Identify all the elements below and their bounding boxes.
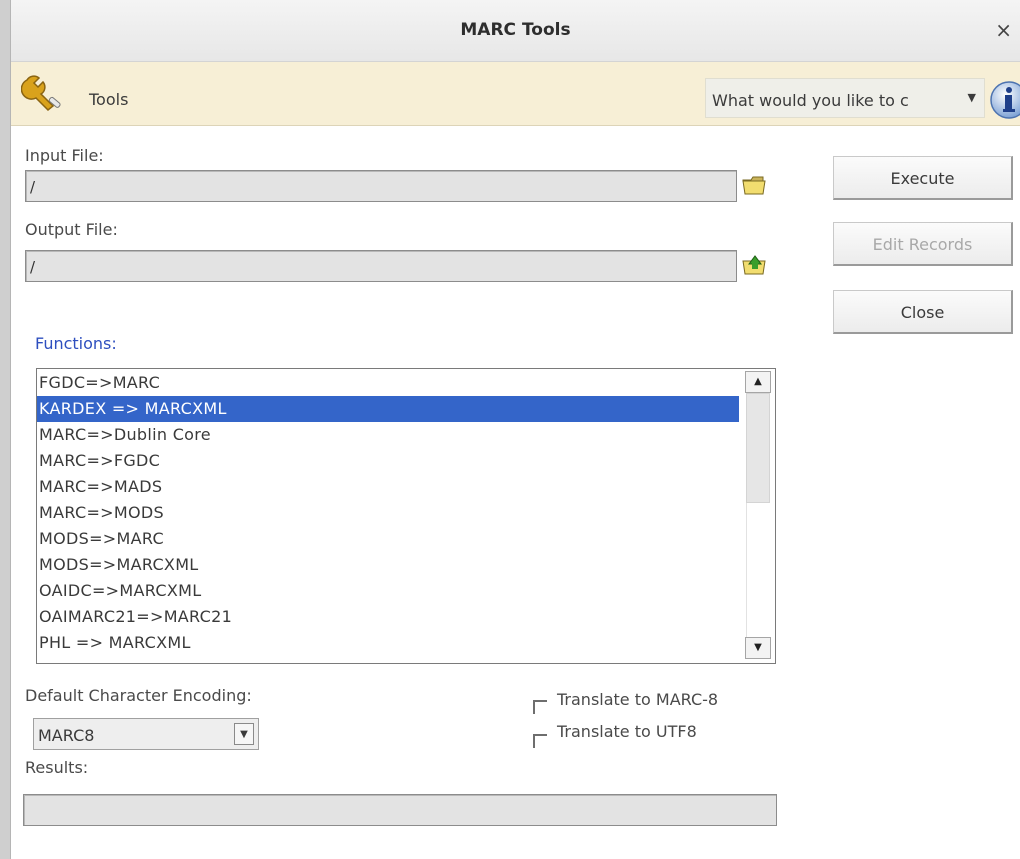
scroll-up-icon[interactable]: ▲	[745, 371, 771, 393]
help-search-combo[interactable]: What would you like to c ▼	[705, 78, 985, 118]
function-list-item[interactable]: PHL => MARCXML	[37, 630, 739, 656]
function-list-item[interactable]: MODS=>MARCXML	[37, 552, 739, 578]
edit-records-button[interactable]: Edit Records	[833, 222, 1013, 266]
encoding-select[interactable]: MARC8 ▼	[33, 718, 259, 750]
encoding-label: Default Character Encoding:	[25, 686, 252, 705]
folder-open-icon[interactable]	[741, 172, 769, 196]
chevron-down-icon[interactable]: ▼	[234, 723, 254, 745]
function-list-item[interactable]: MARC=>Dublin Core	[37, 422, 739, 448]
info-icon[interactable]	[989, 80, 1020, 120]
translate-marc8-label: Translate to MARC-8	[557, 690, 719, 709]
output-file-field[interactable]: /	[25, 250, 737, 282]
chevron-down-icon[interactable]: ▼	[968, 91, 976, 104]
translate-utf8-checkbox[interactable]	[533, 734, 547, 748]
function-list-item[interactable]: MARC=>MADS	[37, 474, 739, 500]
input-file-field[interactable]: /	[25, 170, 737, 202]
tools-label: Tools	[89, 90, 129, 109]
results-label: Results:	[25, 758, 89, 777]
function-list-item[interactable]: MODS=>MARC	[37, 526, 739, 552]
function-list-item[interactable]: OAIMARC21=>MARC21	[37, 604, 739, 630]
function-list-item[interactable]: OAIDC=>MARCXML	[37, 578, 739, 604]
functions-scrollbar[interactable]: ▲ ▼	[743, 369, 773, 663]
close-window-icon[interactable]: ×	[995, 18, 1012, 42]
translate-utf8-label: Translate to UTF8	[557, 722, 697, 741]
function-list-item[interactable]: MARC=>FGDC	[37, 448, 739, 474]
input-file-label: Input File:	[25, 146, 104, 165]
title-bar: MARC Tools ×	[11, 0, 1020, 62]
functions-listbox[interactable]: FGDC=>MARC KARDEX => MARCXML MARC=>Dublin …	[36, 368, 776, 664]
translate-marc8-checkbox[interactable]	[533, 700, 547, 714]
help-search-text: What would you like to c	[712, 91, 909, 110]
function-list-item[interactable]: KARDEX => MARCXML	[37, 396, 739, 422]
encoding-selected-value: MARC8	[38, 726, 95, 745]
execute-button[interactable]: Execute	[833, 156, 1013, 200]
results-field[interactable]	[23, 794, 777, 826]
scroll-down-icon[interactable]: ▼	[745, 637, 771, 659]
output-file-label: Output File:	[25, 220, 118, 239]
function-list-item[interactable]: MARC=>MODS	[37, 500, 739, 526]
functions-label: Functions:	[35, 334, 117, 353]
marc-tools-window: MARC Tools × Tools What would you like t…	[10, 0, 1020, 859]
close-button[interactable]: Close	[833, 290, 1013, 334]
function-list-item[interactable]: FGDC=>MARC	[37, 370, 739, 396]
window-title: MARC Tools	[460, 20, 571, 40]
wrench-icon[interactable]	[21, 72, 67, 112]
folder-save-icon[interactable]	[741, 252, 769, 276]
scroll-thumb[interactable]	[746, 393, 770, 503]
